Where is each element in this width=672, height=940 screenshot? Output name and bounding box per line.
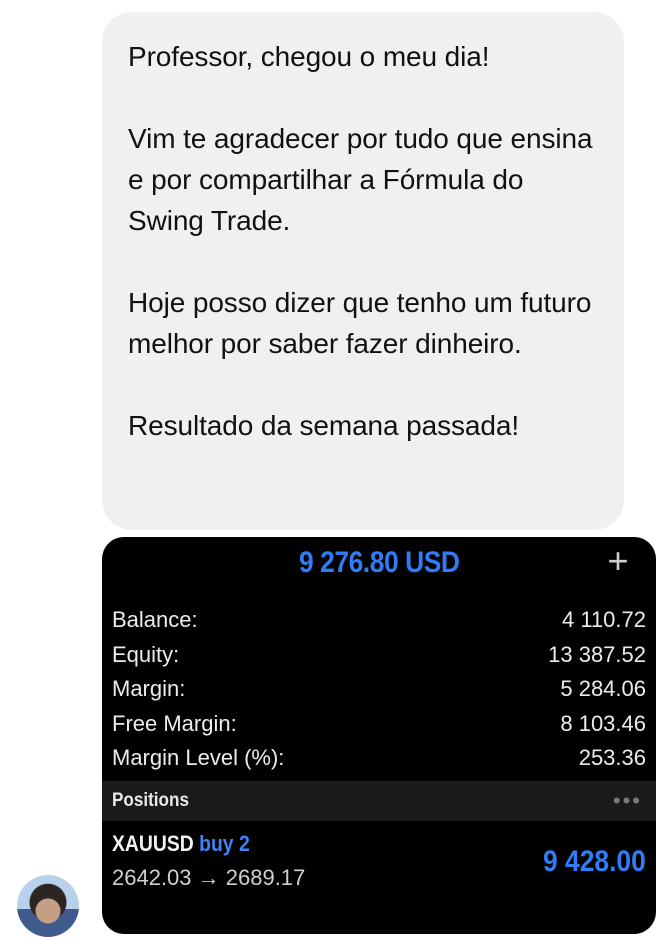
position-row: XAUUSD buy 2 2642.03 → 2689.17 9 428.00: [112, 829, 646, 895]
account-row-balance: Balance: 4 110.72: [112, 603, 646, 638]
position-symbol-line: XAUUSD buy 2: [112, 831, 250, 857]
position-direction: buy 2: [199, 831, 250, 856]
position-symbol: XAUUSD: [112, 831, 194, 856]
account-value: 8 103.46: [560, 710, 646, 736]
account-label: Margin Level (%):: [112, 745, 285, 771]
more-dots-icon: •••: [612, 788, 642, 813]
message-paragraph-1: Professor, chegou o meu dia!: [128, 41, 490, 72]
message-bubble: Professor, chegou o meu dia! Vim te agra…: [102, 12, 624, 530]
account-summary: Balance: 4 110.72 Equity: 13 387.52 Marg…: [112, 603, 646, 776]
account-row-equity: Equity: 13 387.52: [112, 638, 646, 673]
plus-icon: +: [607, 540, 629, 581]
account-row-margin-level: Margin Level (%): 253.36: [112, 741, 646, 776]
account-label: Free Margin:: [112, 710, 237, 736]
account-value: 5 284.06: [560, 676, 646, 702]
account-label: Balance:: [112, 607, 198, 633]
positions-title: Positions: [112, 790, 189, 811]
message-paragraph-4: Resultado da semana passada!: [128, 410, 520, 441]
positions-header: Positions •••: [102, 781, 656, 821]
account-value: 4 110.72: [561, 607, 646, 633]
position-prices: 2642.03 → 2689.17: [112, 865, 306, 890]
account-label: Margin:: [112, 676, 186, 702]
message-paragraph-2: Vim te agradecer por tudo que ensina e p…: [128, 123, 593, 236]
user-avatar[interactable]: [17, 875, 79, 937]
position-profit: 9 428.00: [543, 845, 646, 878]
trading-screenshot-image[interactable]: 9 276.80 USD + Balance: 4 110.72 Equity:…: [102, 537, 656, 934]
equity-value: 9 276.80 USD: [298, 546, 460, 579]
account-row-margin: Margin: 5 284.06: [112, 672, 646, 707]
message-paragraph-3: Hoje posso dizer que tenho um futuro mel…: [128, 287, 592, 359]
account-row-free-margin: Free Margin: 8 103.46: [112, 707, 646, 742]
account-value: 253.36: [578, 745, 646, 771]
account-label: Equity:: [112, 641, 180, 667]
equity-header: 9 276.80 USD: [102, 537, 656, 589]
account-value: 13 387.52: [548, 641, 646, 667]
